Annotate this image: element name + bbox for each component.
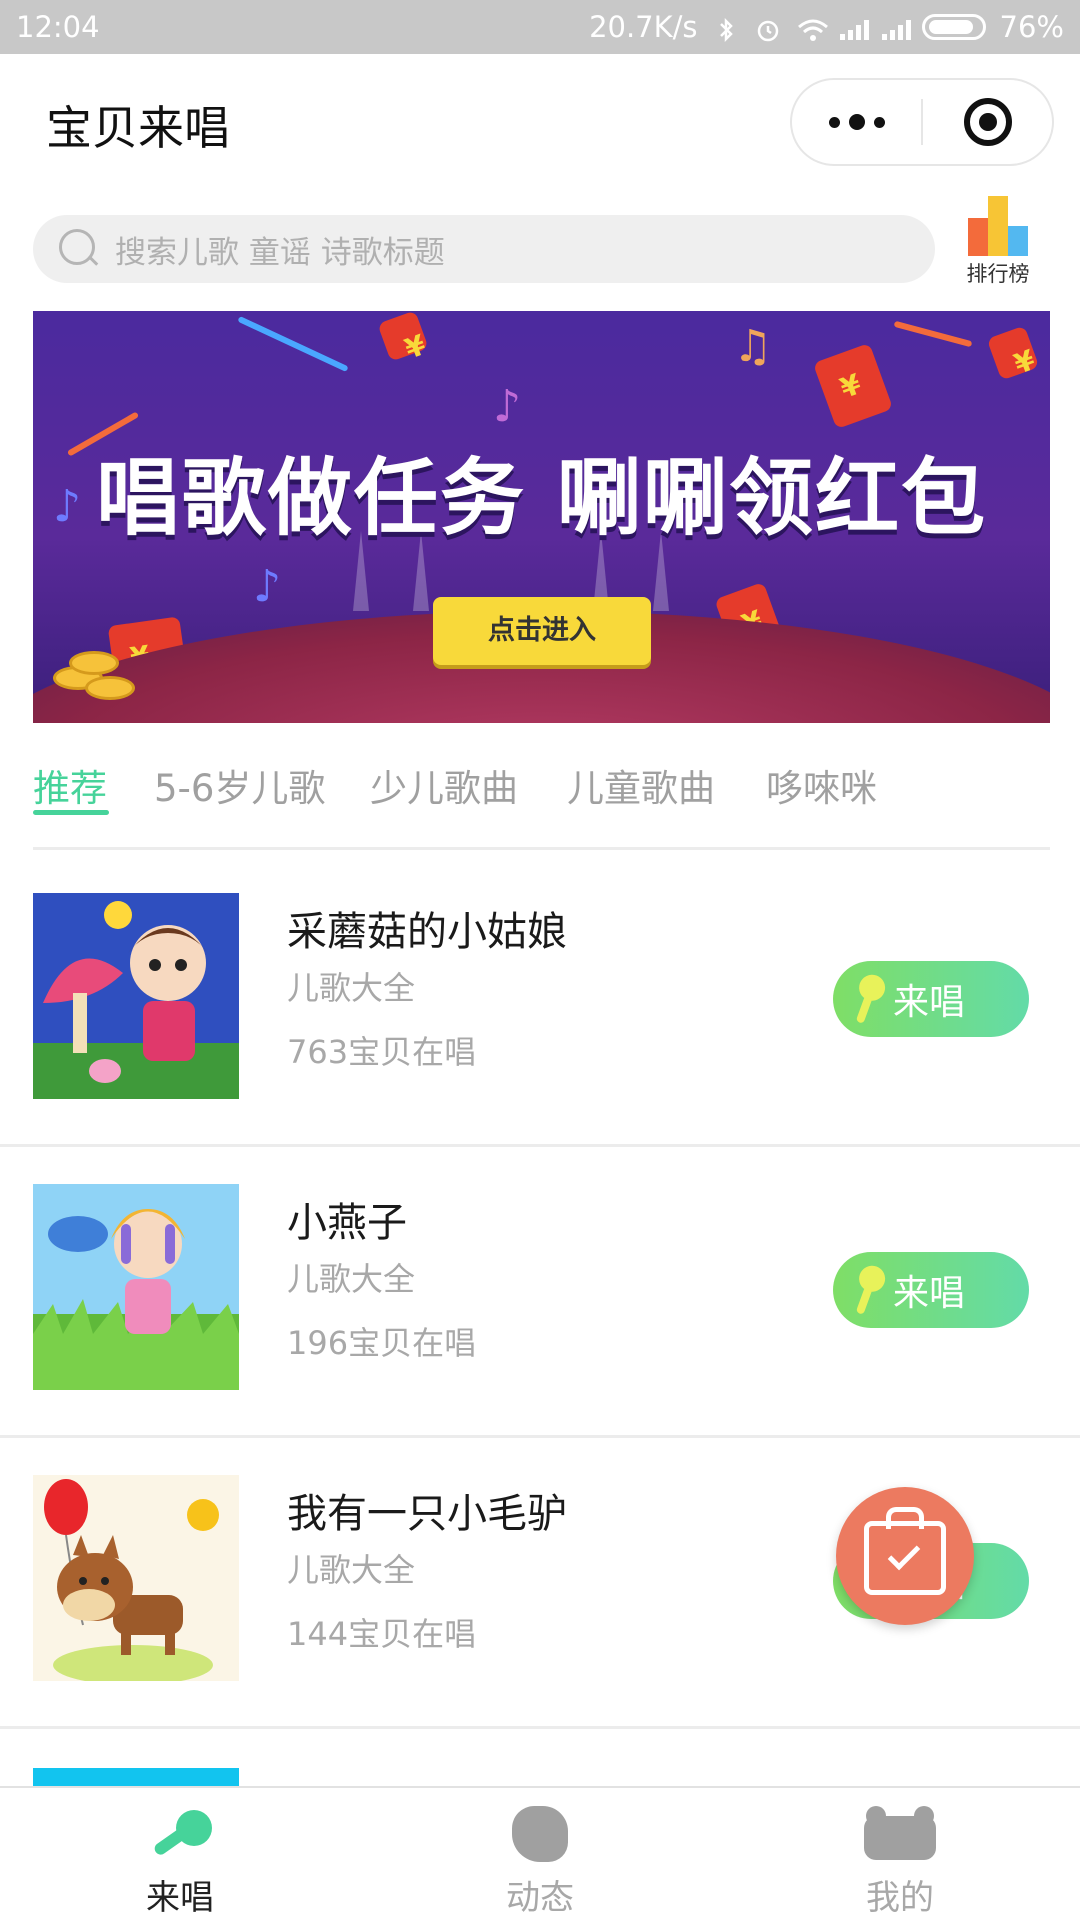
page-title: 宝贝来唱 [46,101,230,155]
network-speed: 20.7K/s [589,10,698,44]
song-singer-count: 144宝贝在唱 [287,1615,477,1653]
banner-enter-button[interactable]: 点击进入 [433,597,651,665]
song-category: 儿歌大全 [287,1551,416,1589]
promo-banner[interactable]: ♪ ♫ ♪ ♪ 唱歌做任务 唰唰领红包 点击进入 [33,311,1050,723]
coin-icon [85,676,135,700]
song-category: 儿歌大全 [287,1260,416,1298]
battery-percent: 76% [999,10,1064,44]
nav-item-profile[interactable]: 我的 [720,1788,1080,1920]
search-bar[interactable]: 搜索儿歌 童谣 诗歌标题 [33,215,935,283]
music-note-icon: ♪ [493,381,522,432]
red-envelope-icon [812,342,894,430]
tab-do-re-mi[interactable]: 哆唻咪 [766,758,877,812]
sing-button-label: 来唱 [893,982,966,1023]
sing-button-label: 来唱 [893,1273,966,1314]
red-envelope-icon [377,311,429,362]
shopping-bag-check-icon [864,1521,946,1595]
nav-label: 动态 [506,1878,574,1918]
song-title: 我有一只小毛驴 [287,1491,567,1537]
coin-icon [69,651,119,675]
song-title: 小燕子 [287,1200,407,1246]
ranking-label: 排行榜 [966,262,1030,286]
music-note-icon: ♫ [733,321,773,372]
close-button[interactable] [923,80,1052,164]
bottom-navigation: 来唱 动态 我的 [0,1786,1080,1920]
more-button[interactable] [792,80,921,164]
tab-recommended[interactable]: 推荐 [33,758,107,812]
more-dots-icon [828,114,885,130]
search-icon [59,229,99,269]
tab-kids-songs[interactable]: 少儿歌曲 [370,758,518,812]
song-cover-image [33,1184,239,1390]
ranking-button[interactable]: 排行榜 [960,192,1036,288]
battery-icon [921,14,986,40]
nav-item-sing[interactable]: 来唱 [0,1788,360,1920]
microphone-icon [142,1806,218,1862]
song-singer-count: 196宝贝在唱 [287,1324,477,1362]
flower-icon [512,1806,568,1862]
ribbon-decoration [237,315,349,373]
status-time: 12:04 [16,10,100,44]
song-list-item-partial[interactable] [33,1768,239,1786]
banner-headline: 唱歌做任务 唰唰领红包 [95,449,988,547]
song-cover-image [33,1475,239,1681]
task-floating-button[interactable] [836,1487,974,1625]
bear-icon [862,1806,938,1862]
title-bar: 宝贝来唱 [0,54,1080,190]
song-singer-count: 763宝贝在唱 [287,1033,477,1071]
nav-label: 我的 [866,1878,934,1918]
tab-5-6-songs[interactable]: 5-6岁儿歌 [154,758,325,812]
ribbon-decoration [893,320,973,348]
nav-label: 来唱 [146,1878,214,1918]
wifi-icon [796,15,828,41]
song-list-item[interactable]: 小燕子 儿歌大全 196宝贝在唱 来唱 [0,1148,1080,1438]
close-target-icon [963,98,1012,146]
song-title: 采蘑菇的小姑娘 [287,909,567,955]
tab-children-songs[interactable]: 儿童歌曲 [567,758,715,812]
song-list-item[interactable]: 采蘑菇的小姑娘 儿歌大全 763宝贝在唱 来唱 [0,857,1080,1147]
signal-icon [880,15,911,40]
bluetooth-icon [712,15,740,43]
status-right: 20.7K/s 76% [589,10,1064,44]
alarm-icon [754,15,782,42]
red-envelope-icon [986,325,1040,381]
microphone-icon [847,971,889,1027]
music-note-icon: ♪ [253,561,282,612]
mini-program-capsule [790,78,1054,166]
search-input[interactable]: 搜索儿歌 童谣 诗歌标题 [115,227,445,272]
song-cover-image [33,893,239,1099]
sing-button[interactable]: 来唱 [833,1252,1029,1328]
microphone-icon [847,1262,889,1318]
category-tabs: 推荐 5-6岁儿歌 少儿歌曲 儿童歌曲 哆唻咪 [33,758,1050,850]
status-bar: 12:04 20.7K/s 76% [0,0,1080,54]
ranking-bars-icon [968,196,1028,256]
sing-button[interactable]: 来唱 [833,961,1029,1037]
song-category: 儿歌大全 [287,969,416,1007]
active-tab-underline [33,810,109,815]
signal-icon [838,15,869,40]
nav-item-feed[interactable]: 动态 [360,1788,720,1920]
